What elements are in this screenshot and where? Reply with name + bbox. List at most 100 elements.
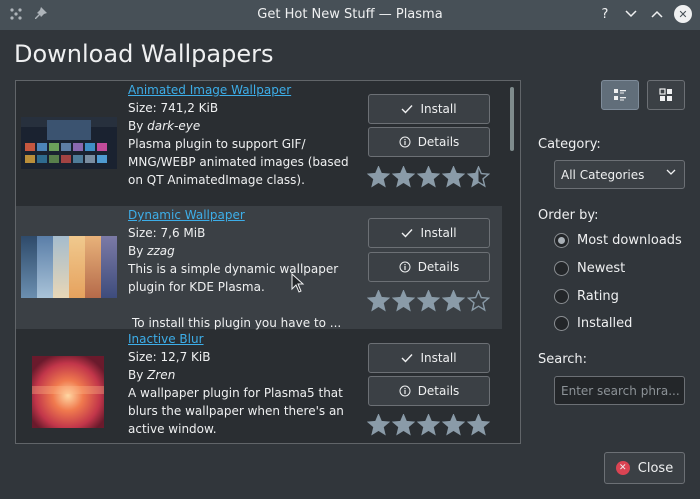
radio-button[interactable]	[554, 233, 569, 248]
radio-button[interactable]	[554, 316, 569, 331]
rating-stars	[367, 290, 490, 312]
item-author: zzag	[147, 244, 175, 258]
page-title: Download Wallpapers	[14, 40, 274, 68]
item-name-link[interactable]: Animated Image Wallpaper	[128, 81, 350, 99]
order-rating[interactable]: Rating	[554, 289, 619, 304]
titlebar-right-controls: ? ✕	[596, 4, 692, 24]
install-label: Install	[420, 226, 457, 240]
star-icon	[417, 290, 440, 312]
close-label: Close	[637, 460, 674, 476]
check-icon	[401, 354, 413, 363]
help-button[interactable]: ?	[596, 4, 614, 24]
item-description: This is a simple dynamic wallpaper plugi…	[128, 262, 339, 294]
details-label: Details	[417, 260, 460, 274]
star-icon	[442, 290, 465, 312]
list-view-button[interactable]	[601, 80, 639, 110]
star-icon	[392, 166, 415, 188]
chevron-down-icon	[666, 169, 676, 175]
star-icon	[467, 290, 490, 312]
radio-button[interactable]	[554, 289, 569, 304]
star-icon	[367, 290, 390, 312]
item-info: Dynamic Wallpaper Size: 7,6 MiB By zzag …	[128, 206, 350, 332]
item-author-line: By dark-eye	[128, 117, 350, 135]
item-thumbnail	[21, 117, 117, 169]
item-size: Size: 741,2 KiB	[128, 101, 219, 115]
item-thumbnail	[32, 356, 104, 428]
star-icon	[417, 166, 440, 188]
list-view-icon	[614, 89, 626, 101]
star-icon	[367, 414, 390, 436]
list-scrollbar[interactable]	[510, 87, 514, 151]
list-item[interactable]: Dynamic Wallpaper Size: 7,6 MiB By zzag …	[16, 206, 502, 332]
rating-stars	[367, 414, 490, 436]
by-prefix: By	[128, 244, 148, 258]
by-prefix: By	[128, 119, 148, 133]
info-icon	[399, 385, 411, 397]
close-window-button[interactable]: ✕	[674, 5, 692, 23]
check-icon	[401, 105, 413, 114]
info-icon	[399, 136, 411, 148]
category-value: All Categories	[561, 167, 645, 182]
item-thumbnail	[21, 236, 117, 298]
item-info: Inactive Blur Size: 12,7 KiB By Zren A w…	[128, 330, 350, 438]
radio-label: Most downloads	[577, 233, 682, 248]
search-input[interactable]	[554, 376, 685, 405]
details-label: Details	[417, 384, 460, 398]
mouse-cursor-icon	[291, 273, 305, 293]
item-info: Animated Image Wallpaper Size: 741,2 KiB…	[128, 81, 350, 189]
star-icon	[442, 166, 465, 188]
category-select[interactable]: All Categories	[554, 160, 685, 189]
install-button[interactable]: Install	[368, 218, 490, 248]
radio-button[interactable]	[554, 261, 569, 276]
search-label: Search:	[538, 352, 588, 367]
details-button[interactable]: Details	[368, 127, 490, 157]
details-label: Details	[417, 135, 460, 149]
check-icon	[401, 229, 413, 238]
item-name-link[interactable]: Inactive Blur	[128, 330, 350, 348]
chevron-up-icon	[651, 10, 663, 18]
details-button[interactable]: Details	[368, 252, 490, 282]
category-label: Category:	[538, 137, 601, 152]
install-button[interactable]: Install	[368, 94, 490, 124]
item-description: A wallpaper plugin for Plasma5 that blur…	[128, 386, 344, 436]
order-newest[interactable]: Newest	[554, 261, 625, 276]
list-item[interactable]: Animated Image Wallpaper Size: 741,2 KiB…	[16, 81, 502, 205]
star-icon	[417, 414, 440, 436]
item-name-link[interactable]: Dynamic Wallpaper	[128, 206, 350, 224]
radio-label: Rating	[577, 289, 619, 304]
order-most-downloads[interactable]: Most downloads	[554, 233, 682, 248]
details-button[interactable]: Details	[368, 376, 490, 406]
window-title: Get Hot New Stuff — Plasma	[257, 7, 443, 22]
star-icon	[442, 414, 465, 436]
star-icon	[392, 414, 415, 436]
item-author: Zren	[147, 368, 176, 382]
install-label: Install	[420, 102, 457, 116]
order-label: Order by:	[538, 208, 599, 223]
maximize-button[interactable]	[648, 4, 666, 24]
list-item[interactable]: Inactive Blur Size: 12,7 KiB By Zren A w…	[16, 330, 502, 443]
item-description: Plasma plugin to support GIF/ MNG/WEBP a…	[128, 137, 349, 187]
star-icon	[467, 166, 490, 188]
by-prefix: By	[128, 368, 148, 382]
star-icon	[392, 290, 415, 312]
close-icon: ✕	[615, 461, 630, 475]
minimize-button[interactable]	[622, 4, 640, 24]
radio-label: Installed	[577, 316, 633, 331]
radio-label: Newest	[577, 261, 626, 276]
install-label: Install	[420, 351, 457, 365]
star-icon	[467, 414, 490, 436]
rating-stars	[367, 166, 490, 188]
grid-view-icon	[659, 88, 672, 101]
info-icon	[399, 261, 411, 273]
order-installed[interactable]: Installed	[554, 316, 632, 331]
close-button[interactable]: ✕ Close	[604, 452, 685, 484]
window-titlebar: Get Hot New Stuff — Plasma ? ✕	[0, 0, 700, 30]
grid-view-button[interactable]	[647, 80, 685, 110]
item-author-line: By Zren	[128, 366, 350, 384]
star-icon	[367, 166, 390, 188]
install-button[interactable]: Install	[368, 343, 490, 373]
wallpaper-list[interactable]: Animated Image Wallpaper Size: 741,2 KiB…	[15, 80, 521, 444]
chevron-down-icon	[625, 10, 637, 18]
item-size: Size: 7,6 MiB	[128, 226, 206, 240]
item-author: dark-eye	[147, 119, 201, 133]
